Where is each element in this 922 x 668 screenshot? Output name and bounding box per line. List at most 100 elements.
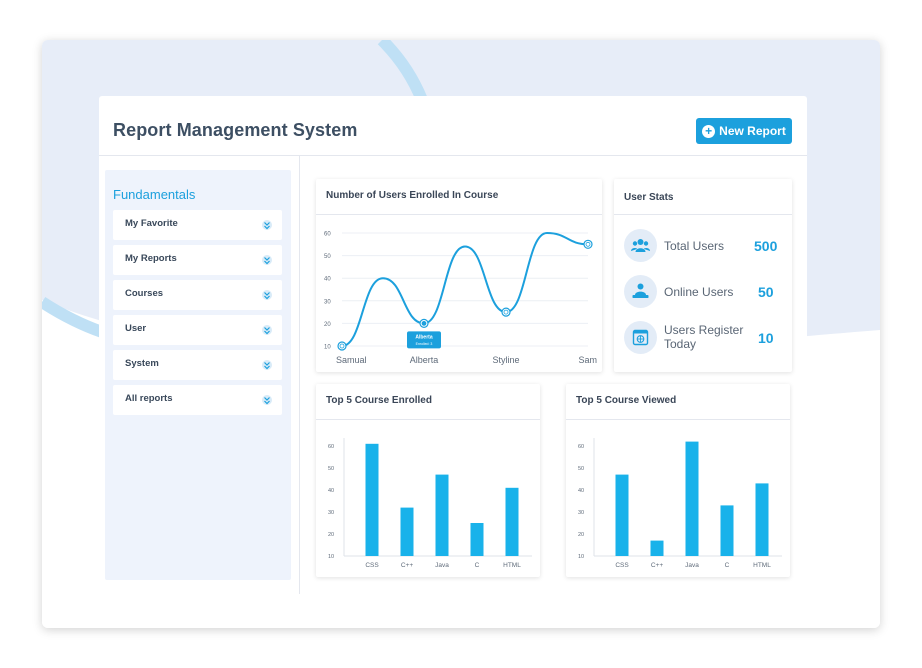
sidebar-item-all-reports[interactable]: All reports xyxy=(113,385,282,415)
sidebar-item-label: User xyxy=(125,323,147,334)
y-tick-label: 20 xyxy=(324,322,331,328)
x-tick-label: C++ xyxy=(401,562,413,569)
page-title: Report Management System xyxy=(113,120,358,140)
bar xyxy=(435,474,449,556)
y-tick-label: 50 xyxy=(324,254,331,260)
y-tick-label: 40 xyxy=(328,488,334,494)
stat-label: Online Users xyxy=(664,285,734,299)
stat-value: 10 xyxy=(758,330,774,346)
x-tick-label: C xyxy=(725,562,730,569)
bar xyxy=(505,487,519,556)
chevron-down-icon xyxy=(262,395,272,405)
x-tick-label: HTML xyxy=(503,562,521,569)
x-tick-label: Samual xyxy=(336,355,367,365)
stat-label: Users Register Today xyxy=(664,323,744,351)
line-chart-title: Number of Users Enrolled In Course xyxy=(326,190,499,201)
top-enrolled-title: Top 5 Course Enrolled xyxy=(326,395,432,406)
y-tick-label: 60 xyxy=(328,444,334,450)
top-enrolled-chart: 10 20 30 40 50 60 CSS C++ Java C HTML xyxy=(328,438,532,569)
x-tick-label: Java xyxy=(685,562,699,569)
line-chart: 10 20 30 40 50 60 Samual Alberta Styline Sam Alber… xyxy=(324,231,597,366)
new-report-label: New Report xyxy=(719,124,786,138)
sidebar-item-courses[interactable]: Courses xyxy=(113,280,282,310)
sidebar-item-system[interactable]: System xyxy=(113,350,282,380)
panel-separator xyxy=(614,214,792,215)
main-card: Report Management System + New Report Fu… xyxy=(99,96,807,594)
bar xyxy=(400,507,414,556)
user-stats-panel: User Stats Total Users 500 Online Users … xyxy=(614,179,792,372)
y-tick-label: 10 xyxy=(324,345,331,351)
y-tick-label: 20 xyxy=(578,532,584,538)
y-tick-label: 10 xyxy=(578,554,584,560)
sidebar-item-label: My Favorite xyxy=(125,218,178,229)
stat-label: Total Users xyxy=(664,239,725,253)
sidebar-item-label: System xyxy=(125,358,159,369)
sidebar-item-user[interactable]: User xyxy=(113,315,282,345)
sidebar-item-my-reports[interactable]: My Reports xyxy=(113,245,282,275)
stat-value: 500 xyxy=(754,238,778,254)
chevron-down-icon xyxy=(262,220,272,230)
x-tick-label: Styline xyxy=(492,355,519,365)
y-tick-label: 40 xyxy=(324,277,331,283)
users-group-icon xyxy=(624,229,657,262)
tooltip-subtitle: Enrolled: 3 xyxy=(416,342,433,346)
user-at-laptop-icon xyxy=(624,275,657,308)
bar xyxy=(755,483,769,556)
sidebar-item-label: My Reports xyxy=(125,253,177,264)
x-tick-label: HTML xyxy=(753,562,771,569)
bar xyxy=(650,540,664,556)
new-report-button[interactable]: + New Report xyxy=(696,118,792,144)
bar xyxy=(615,474,629,556)
sidebar-item-my-favorite[interactable]: My Favorite xyxy=(113,210,282,240)
top-viewed-title: Top 5 Course Viewed xyxy=(576,395,677,406)
y-tick-label: 30 xyxy=(578,510,584,516)
header: Report Management System + New Report xyxy=(99,96,807,156)
x-tick-label: C++ xyxy=(651,562,663,569)
tooltip-title: Alberta xyxy=(415,334,432,340)
sidebar-item-label: All reports xyxy=(125,393,173,404)
x-tick-label: CSS xyxy=(615,562,629,569)
bar xyxy=(470,523,484,556)
bar xyxy=(685,441,699,556)
x-tick-label: Java xyxy=(435,562,449,569)
chevron-down-icon xyxy=(262,325,272,335)
y-tick-label: 30 xyxy=(324,299,331,305)
stat-total-users: Total Users 500 xyxy=(624,229,784,263)
y-tick-label: 10 xyxy=(328,554,334,560)
data-point-inner xyxy=(503,309,509,315)
app-window: Report Management System + New Report Fu… xyxy=(42,40,880,628)
y-tick-label: 60 xyxy=(578,444,584,450)
data-point-inner xyxy=(585,241,591,247)
plus-icon: + xyxy=(702,124,716,138)
sidebar-heading: Fundamentals xyxy=(113,187,196,202)
sidebar-item-label: Courses xyxy=(125,288,164,299)
top-enrolled-panel: Top 5 Course Enrolled 10 20 30 40 50 60 CSS C++… xyxy=(316,384,540,577)
x-tick-label: Sam xyxy=(578,355,597,365)
data-point-inner xyxy=(339,343,345,349)
x-tick-label: CSS xyxy=(365,562,379,569)
y-tick-label: 30 xyxy=(328,510,334,516)
user-stats-title: User Stats xyxy=(624,192,674,203)
bar xyxy=(720,505,734,556)
stat-users-register-today: Users Register Today 10 xyxy=(624,321,784,355)
stat-online-users: Online Users 50 xyxy=(624,275,784,309)
y-tick-label: 40 xyxy=(578,488,584,494)
y-tick-label: 50 xyxy=(328,466,334,472)
top-viewed-panel: Top 5 Course Viewed 10 20 30 40 50 60 CSS C++ Ja… xyxy=(566,384,790,577)
y-tick-label: 60 xyxy=(324,232,331,238)
x-tick-label: C xyxy=(475,562,480,569)
sidebar: Fundamentals My Favorite My Reports Cour… xyxy=(105,170,291,580)
data-point-inner xyxy=(421,321,427,326)
x-tick-label: Alberta xyxy=(410,355,439,365)
line-chart-panel: Number of Users Enrolled In Course 10 20 3… xyxy=(316,179,602,372)
content-divider xyxy=(299,156,300,594)
line-series xyxy=(341,231,589,347)
stat-value: 50 xyxy=(758,284,774,300)
chevron-down-icon xyxy=(262,255,272,265)
chevron-down-icon xyxy=(262,360,272,370)
calendar-globe-icon xyxy=(624,321,657,354)
top-viewed-chart: 10 20 30 40 50 60 CSS C++ Java C HTML xyxy=(578,438,782,569)
bar xyxy=(365,443,379,556)
y-tick-label: 20 xyxy=(328,532,334,538)
chevron-down-icon xyxy=(262,290,272,300)
